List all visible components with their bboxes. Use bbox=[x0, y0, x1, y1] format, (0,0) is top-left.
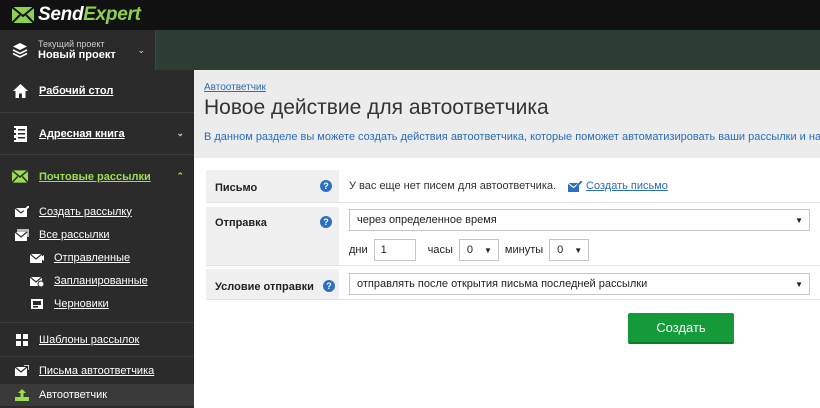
dropdown-arrow-icon: ▼ bbox=[483, 245, 492, 255]
mailings-submenu: Создать рассылку Все рассылки Отправленн… bbox=[0, 198, 194, 315]
delay-fields: дни 1 часы 0 ▼ минуты 0 ▼ bbox=[349, 239, 820, 261]
project-selector[interactable]: Текущий проект Новый проект ⌄ bbox=[0, 30, 156, 70]
page-title: Новое действие для автоответчика bbox=[204, 96, 549, 119]
sidebar-item-dashboard[interactable]: Рабочий стол bbox=[0, 70, 194, 113]
envelope-edit-icon bbox=[15, 205, 29, 217]
top-bar: SendExpert bbox=[0, 0, 820, 30]
template-icon bbox=[16, 333, 28, 346]
main-content: Автоответчик Новое действие для автоотве… bbox=[194, 70, 820, 408]
sidebar-secondary: Шаблоны рассылок Письма автоответчика Ав… bbox=[0, 322, 194, 406]
logo-envelope-icon bbox=[12, 6, 34, 24]
days-label: дни bbox=[349, 244, 368, 256]
dropdown-arrow-icon: ▼ bbox=[795, 279, 803, 289]
envelope-clock-icon bbox=[30, 276, 44, 287]
hours-label: часы bbox=[427, 244, 453, 256]
autoresponder-icon bbox=[15, 389, 29, 401]
envelope-icon bbox=[12, 169, 28, 185]
envelope-edit-icon bbox=[568, 180, 583, 192]
sidebar-item-autoresponder[interactable]: Автоответчик bbox=[0, 384, 194, 406]
help-icon[interactable]: ? bbox=[320, 216, 332, 228]
sidebar-item-mailings[interactable]: Почтовые рассылки ⌃ bbox=[0, 155, 194, 198]
send-mode-select[interactable]: через определенное время ▼ bbox=[349, 209, 810, 231]
sidebar-item-create-mailing[interactable]: Создать рассылку bbox=[0, 200, 194, 223]
minutes-select[interactable]: 0 ▼ bbox=[549, 239, 590, 261]
logo-suffix: Expert bbox=[83, 4, 141, 25]
autoresponder-letters-icon bbox=[15, 364, 29, 376]
chevron-down-icon: ⌄ bbox=[176, 128, 184, 138]
sidebar-item-scheduled[interactable]: Запланированные bbox=[0, 269, 194, 292]
help-icon[interactable]: ? bbox=[323, 280, 335, 292]
sidebar-item-all-mailings[interactable]: Все рассылки bbox=[0, 223, 194, 246]
envelope-draft-icon bbox=[31, 298, 43, 309]
help-icon[interactable]: ? bbox=[320, 180, 332, 192]
condition-label: Условие отправки bbox=[215, 281, 314, 293]
dropdown-arrow-icon: ▼ bbox=[795, 215, 803, 225]
create-letter-link[interactable]: Создать письмо bbox=[586, 180, 668, 192]
hours-select[interactable]: 0 ▼ bbox=[458, 239, 499, 261]
chevron-up-icon: ⌃ bbox=[176, 171, 184, 181]
sidebar-item-templates[interactable]: Шаблоны рассылок bbox=[0, 323, 194, 356]
sendexpert-logo[interactable]: SendExpert bbox=[12, 4, 141, 26]
chevron-down-icon: ⌄ bbox=[137, 45, 145, 55]
breadcrumb-autoresponder[interactable]: Автоответчик bbox=[204, 82, 820, 93]
letter-row: Письмо ? У вас еще нет писем для автоотв… bbox=[206, 170, 820, 203]
send-label: Отправка bbox=[215, 217, 267, 229]
stack-icon bbox=[12, 43, 28, 58]
no-letters-text: У вас еще нет писем для автоответчика. bbox=[349, 180, 557, 192]
condition-select[interactable]: отправлять после открытия письма последн… bbox=[349, 273, 810, 295]
logo-prefix: Send bbox=[38, 4, 84, 25]
letter-label: Письмо bbox=[215, 182, 258, 194]
project-bar: Текущий проект Новый проект ⌄ bbox=[0, 30, 820, 70]
sidebar-item-drafts[interactable]: Черновики bbox=[0, 292, 194, 315]
days-input[interactable]: 1 bbox=[373, 239, 416, 261]
sidebar-item-autoresponder-letters[interactable]: Письма автоответчика bbox=[0, 356, 194, 384]
sidebar-item-address-book[interactable]: Адресная книга ⌄ bbox=[0, 113, 194, 155]
minutes-label: минуты bbox=[504, 244, 544, 256]
condition-row: Условие отправки ? отправлять после откр… bbox=[206, 266, 820, 300]
sidebar: Рабочий стол Адресная книга ⌄ Почтовые р… bbox=[0, 70, 194, 408]
home-icon bbox=[12, 83, 28, 99]
project-name: Новый проект bbox=[38, 48, 116, 61]
sidebar-item-sent[interactable]: Отправленные bbox=[0, 246, 194, 269]
page-header: Автоответчик Новое действие для автоотве… bbox=[194, 70, 820, 158]
autoresponder-action-form: Письмо ? У вас еще нет писем для автоотв… bbox=[206, 170, 820, 300]
dropdown-arrow-icon: ▼ bbox=[574, 245, 583, 255]
page-description: В данном разделе вы можете создать дейст… bbox=[204, 131, 820, 143]
envelopes-icon bbox=[15, 228, 29, 241]
send-row: Отправка ? через определенное время ▼ дн… bbox=[206, 203, 820, 266]
envelope-sent-icon bbox=[30, 253, 44, 263]
create-button[interactable]: Создать bbox=[628, 313, 734, 344]
address-book-icon bbox=[12, 125, 28, 142]
project-caption: Текущий проект bbox=[38, 38, 105, 49]
